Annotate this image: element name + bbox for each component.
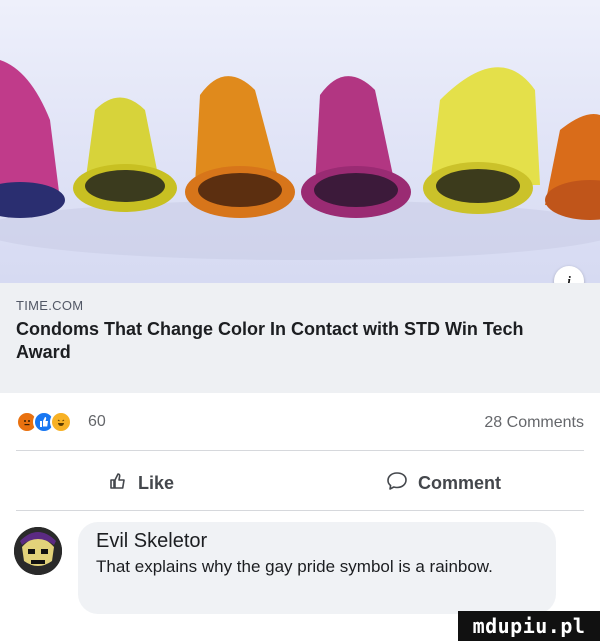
comment-text: That explains why the gay pride symbol i… [96,557,493,576]
skull-icon [14,527,62,575]
speech-bubble-icon [386,471,408,496]
link-domain: TIME.COM [16,298,84,313]
comments-count[interactable]: 28 Comments [484,414,584,432]
like-button[interactable]: Like [108,471,174,496]
link-title[interactable]: Condoms That Change Color In Contact wit… [16,318,576,364]
like-label: Like [138,473,175,493]
condoms-photo [0,60,600,260]
reactions-summary[interactable]: 60 [16,411,106,433]
thumbs-up-icon [108,471,128,496]
avatar[interactable] [14,527,62,575]
link-preview-image[interactable]: i [0,0,600,283]
comment-button[interactable]: Comment [386,471,501,496]
watermark-logo: mdupiu.pl [458,611,600,641]
divider [16,450,584,451]
laugh-reaction-icon [50,411,72,433]
divider [16,510,584,511]
comment-label: Comment [418,473,502,493]
comment-author[interactable]: Evil Skeletor [96,530,207,553]
reaction-count: 60 [88,413,106,430]
